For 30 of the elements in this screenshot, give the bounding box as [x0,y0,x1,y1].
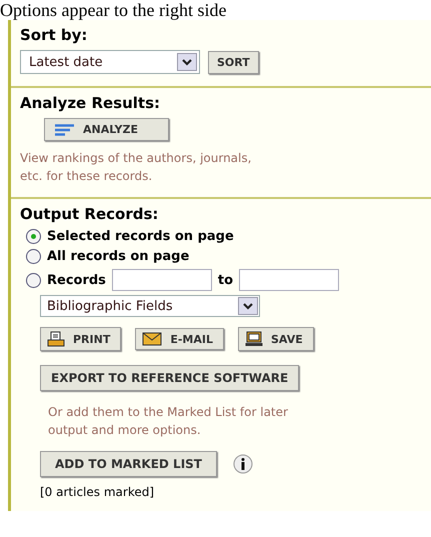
computer-icon [245,331,263,347]
range-separator: to [218,272,234,288]
export-button[interactable]: EXPORT TO REFERENCE SOFTWARE [40,365,300,391]
add-to-marked-list-button[interactable]: ADD TO MARKED LIST [40,451,217,477]
section-heading: Sort by: [20,26,88,44]
radio-button[interactable] [26,249,41,264]
option-label: All records on page [47,249,190,264]
section-heading: Output Records: [20,205,160,223]
sort-dropdown[interactable]: Latest date [20,50,200,74]
sort-button[interactable]: SORT [208,50,259,74]
to-field[interactable] [239,269,340,291]
intro-text: Options appear to the right side [0,0,226,20]
from-field[interactable] [112,269,212,291]
lines-icon [55,124,75,136]
envelope-icon [142,332,162,346]
radio-button[interactable] [26,229,41,244]
section-heading: Analyze Results: [20,94,162,112]
fields-dropdown[interactable]: Bibliographic Fields [40,295,260,317]
marked-count: [0 articles marked] [40,485,156,499]
option-label: Records [47,272,106,288]
print-button[interactable]: PRINT [40,327,122,351]
info-icon[interactable] [233,454,253,474]
email-button[interactable]: E-MAIL [135,328,224,350]
radio-button[interactable] [26,272,41,288]
marked-list-note: Or add them to the Marked List for later output and more options. [48,404,289,439]
analyze-note: View rankings of the authors, journals, etc. for these records. [20,150,252,185]
printer-icon [47,331,65,347]
save-button[interactable]: SAVE [238,327,314,351]
option-label: Selected records on page [47,229,234,244]
analyze-button[interactable]: ANALYZE [44,118,169,141]
